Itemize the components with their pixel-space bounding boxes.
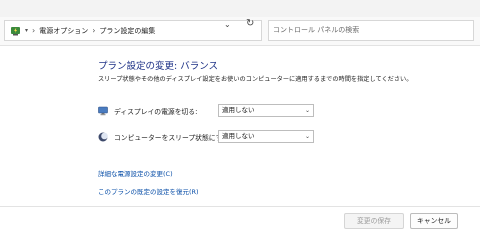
sleep-value: 適用しない: [222, 132, 255, 140]
breadcrumb-separator-icon: ›: [92, 26, 96, 35]
sleep-select[interactable]: 適用しない ⌄: [218, 130, 314, 143]
setting-row-display-off: ディスプレイの電源を切る:: [98, 104, 197, 118]
page-title: プラン設定の変更: バランス: [98, 61, 219, 72]
display-off-value: 適用しない: [222, 106, 255, 114]
power-options-icon: [10, 25, 21, 36]
breadcrumb-edit-plan[interactable]: プラン設定の編集: [99, 26, 155, 36]
window-top-strip: [0, 0, 480, 17]
display-off-select[interactable]: 適用しない ⌄: [218, 104, 314, 117]
breadcrumb-power-options[interactable]: 電源オプション: [39, 26, 88, 36]
page-description: スリープ状態やその他のディスプレイ設定をお使いのコンピューターに適用するまでの時…: [98, 76, 413, 83]
advanced-settings-link[interactable]: 詳細な電源設定の変更(C): [98, 168, 173, 178]
navigation-bar: ▾ › 電源オプション › プラン設定の編集 ⌄ ↻ コントロール パネルの検索: [0, 17, 480, 46]
monitor-icon: [98, 106, 108, 116]
search-input[interactable]: コントロール パネルの検索: [268, 20, 474, 41]
setting-row-sleep: コンピューターをスリープ状態にする:: [98, 130, 232, 144]
chevron-down-icon: ⌄: [304, 107, 310, 114]
chevron-down-icon: ⌄: [304, 133, 310, 140]
cancel-button[interactable]: キャンセル: [410, 213, 458, 229]
history-dropdown-icon[interactable]: ▾: [25, 27, 28, 34]
restore-defaults-link[interactable]: このプランの既定の設定を復元(R): [98, 186, 199, 196]
footer-bar: [0, 206, 480, 244]
refresh-icon[interactable]: ↻: [246, 18, 254, 29]
display-off-label: ディスプレイの電源を切る:: [114, 108, 198, 116]
save-changes-button[interactable]: 変更の保存: [344, 213, 404, 229]
chevron-down-icon[interactable]: ⌄: [224, 20, 231, 29]
breadcrumb-separator-icon: ›: [32, 26, 36, 35]
sleep-label: コンピューターをスリープ状態にする:: [114, 134, 232, 142]
moon-icon: [98, 132, 108, 142]
